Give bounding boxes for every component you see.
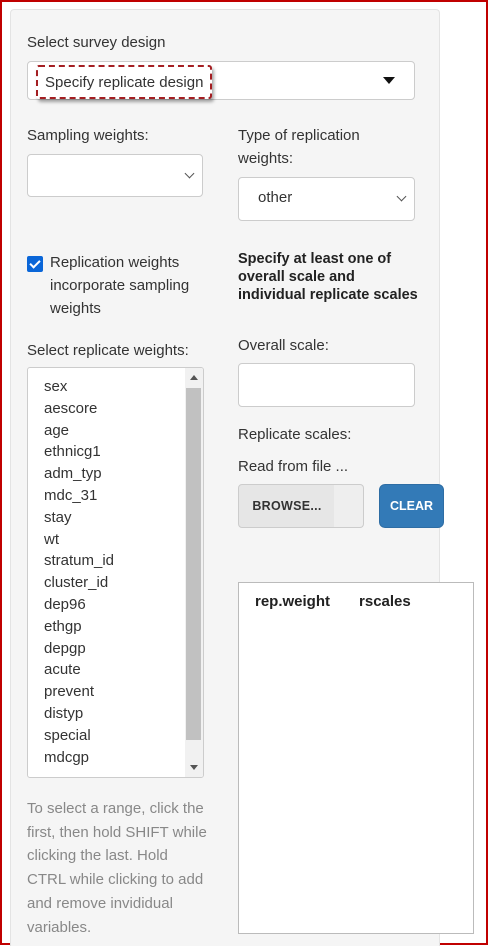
list-item[interactable]: prevent [28,681,203,703]
list-item[interactable]: mdc_31 [28,485,203,507]
table-header: rep.weight rscales [239,583,425,619]
browse-button[interactable]: BROWSE... [238,484,336,528]
replication-type-label: Type of replication weights: [238,127,360,167]
overall-scale-label: Overall scale: [238,337,329,354]
scrollbar[interactable] [185,368,203,777]
replicate-scales-table: rep.weight rscales [238,582,474,934]
list-item[interactable]: sex [28,376,203,398]
read-from-file-label: Read from file ... [238,458,349,475]
list-item[interactable]: mdcgp [28,747,203,769]
replication-type-value: other [258,189,293,206]
list-item[interactable]: ethgp [28,616,203,638]
overall-scale-input[interactable] [238,363,415,407]
list-item[interactable]: distyp [28,703,203,725]
list-item[interactable]: depgp [28,638,203,660]
list-item[interactable]: age [28,420,203,442]
caret-down-icon [383,77,395,84]
chevron-down-icon [184,168,195,179]
list-item[interactable]: stratum_id [28,550,203,572]
replicate-weights-list: sex aescore age ethnicg1 adm_typ mdc_31 stay wt… [28,368,203,768]
incorporate-weights-checkbox[interactable] [27,256,43,272]
column-header-rscales[interactable]: rscales [359,593,411,610]
chevron-down-icon [396,191,407,202]
replicate-weights-label: Select replicate weights: [27,342,189,359]
replicate-scales-label: Replicate scales: [238,426,352,443]
clear-button[interactable]: CLEAR [379,484,444,528]
sampling-weights-select[interactable] [27,154,203,197]
list-item[interactable]: ethnicg1 [28,441,203,463]
scrollbar-thumb[interactable] [186,388,201,740]
list-item[interactable]: aescore [28,398,203,420]
column-header-rep-weight[interactable]: rep.weight [255,593,330,610]
list-item[interactable]: cluster_id [28,572,203,594]
help-text: To select a range, click the first, then… [27,800,207,936]
scroll-up-icon[interactable] [190,375,198,380]
list-item[interactable]: wt [28,529,203,551]
replicate-weights-listbox[interactable]: sex aescore age ethnicg1 adm_typ mdc_31 stay wt… [27,367,204,778]
sampling-weights-label: Sampling weights: [27,127,149,144]
list-item[interactable]: dep96 [28,594,203,616]
scales-heading: Specify at least one of overall scale an… [238,251,418,303]
file-name-field[interactable] [334,484,364,528]
list-item[interactable]: adm_typ [28,463,203,485]
survey-design-value: Specify replicate design [36,65,213,99]
list-item[interactable]: stay [28,507,203,529]
list-item[interactable]: acute [28,659,203,681]
list-item[interactable]: special [28,725,203,747]
survey-design-label: Select survey design [27,34,166,51]
survey-design-select[interactable]: Specify replicate design [27,61,415,100]
replication-type-select[interactable]: other [238,177,415,221]
scroll-down-icon[interactable] [190,765,198,770]
incorporate-weights-label: Replication weights incorporate sampling… [50,254,190,317]
file-input-group: BROWSE... [238,484,364,528]
